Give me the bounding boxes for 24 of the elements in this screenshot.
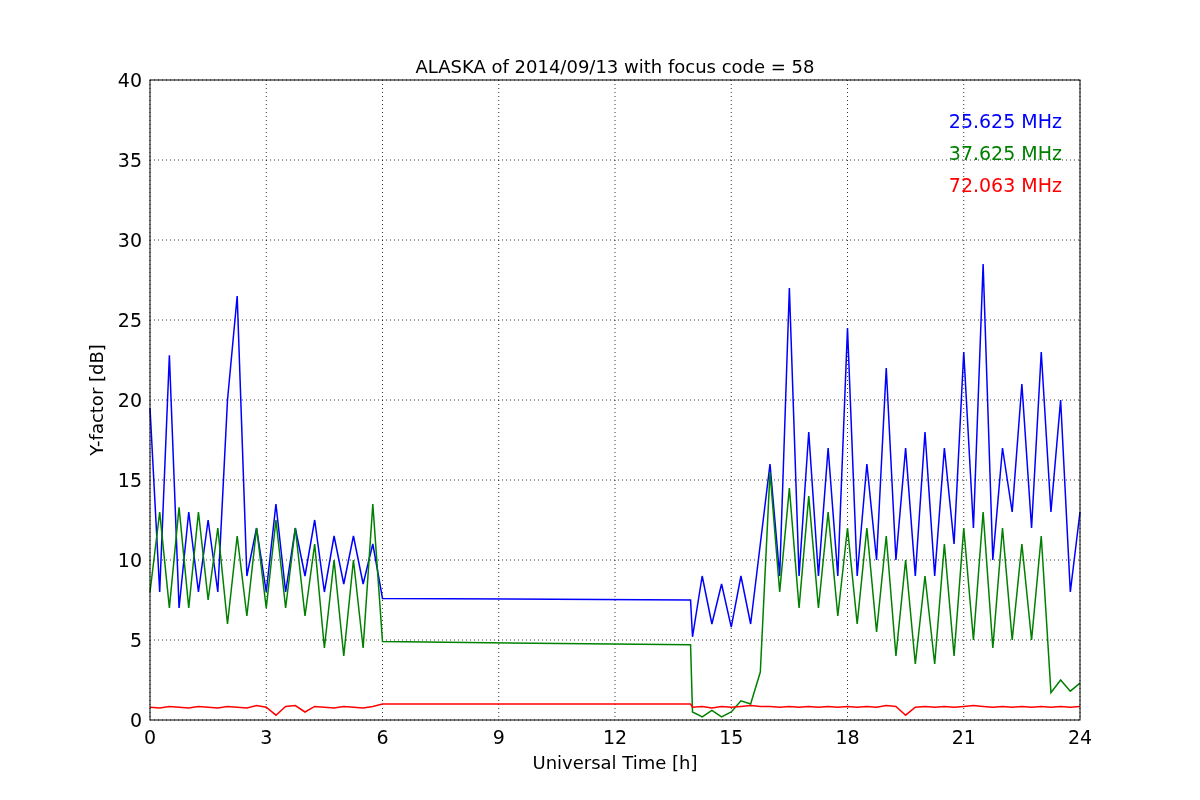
x-tick-label: 18	[835, 726, 860, 748]
x-tick-label: 21	[951, 726, 976, 748]
x-tick-label: 3	[260, 726, 273, 748]
y-tick-label: 25	[117, 309, 142, 331]
x-axis-label: Universal Time [h]	[532, 752, 698, 773]
x-tick-label: 24	[1067, 726, 1093, 748]
x-tick-label: 6	[376, 726, 389, 748]
x-tick-label: 12	[602, 726, 628, 748]
x-tick-label: 15	[719, 726, 744, 748]
y-tick-label: 30	[117, 229, 142, 251]
y-axis-label: Y-factor [dB]	[86, 344, 107, 456]
legend-label: 25.625 MHz	[948, 110, 1062, 132]
y-tick-label: 40	[117, 69, 142, 91]
y-tick-label: 15	[117, 469, 142, 491]
y-tick-label: 5	[129, 629, 142, 651]
y-tick-label: 35	[117, 149, 142, 171]
legend-label: 72.063 MHz	[948, 174, 1062, 196]
chart-title: ALASKA of 2014/09/13 with focus code = 58	[415, 56, 815, 77]
y-tick-label: 20	[117, 389, 142, 411]
x-tick-label: 0	[143, 726, 157, 748]
x-tick-label: 9	[492, 726, 505, 748]
legend-label: 37.625 MHz	[948, 142, 1062, 164]
y-tick-label: 0	[129, 709, 142, 731]
y-tick-label: 10	[117, 549, 142, 571]
